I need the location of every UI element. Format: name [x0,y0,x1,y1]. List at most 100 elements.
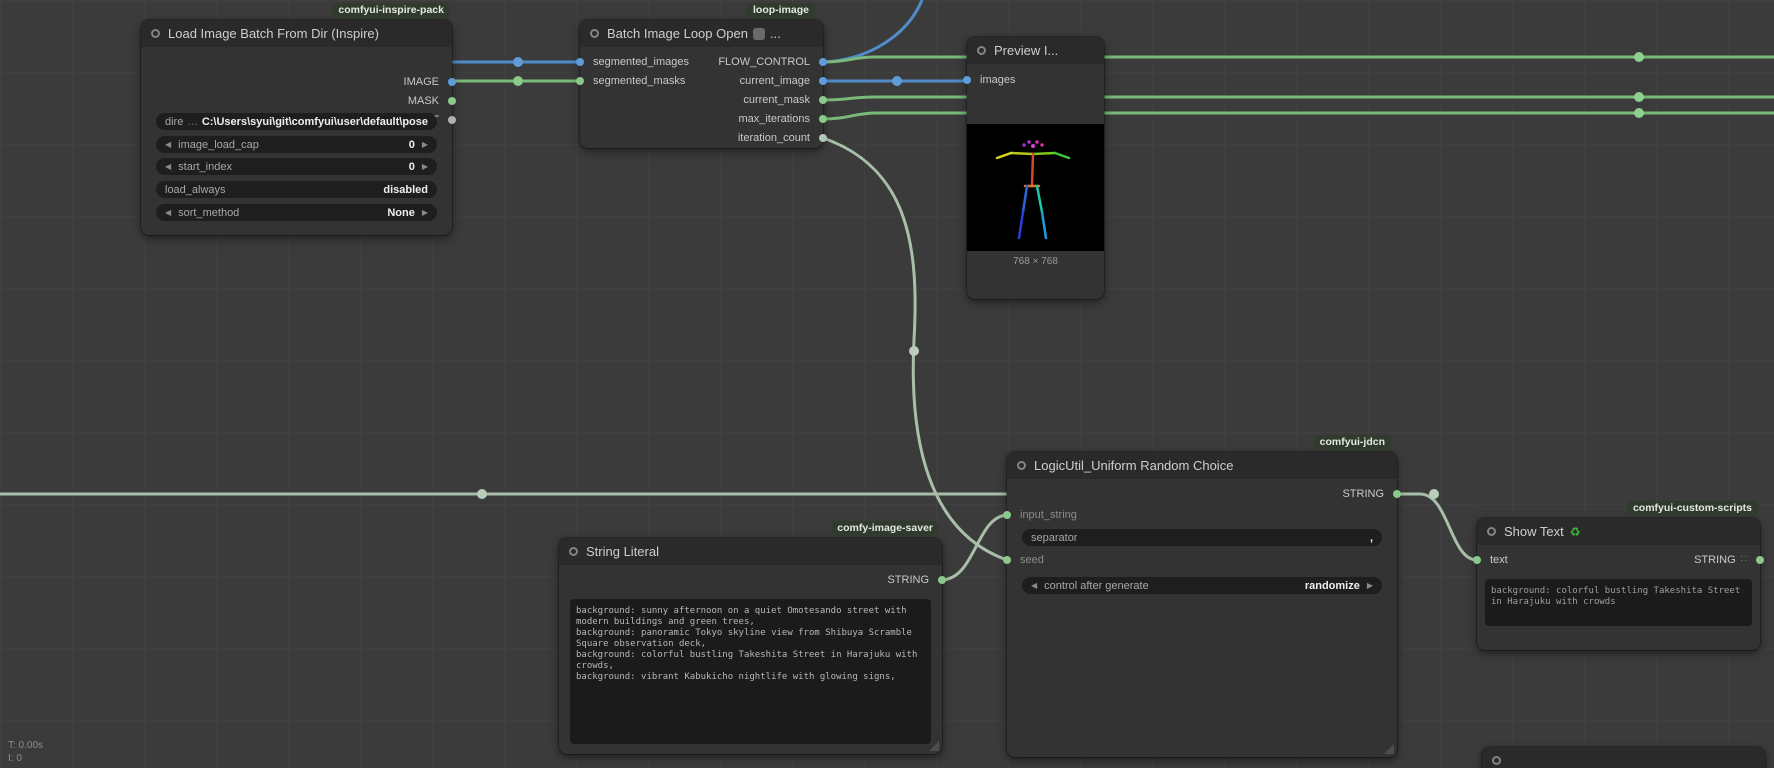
node-title-bar[interactable]: Load Image Batch From Dir (Inspire) [141,20,452,47]
collapse-dot-icon[interactable] [977,46,986,55]
slot-dot-image[interactable] [448,78,456,86]
slot-dot-flow-control[interactable] [819,58,827,66]
increment-icon[interactable]: ▶ [422,162,428,171]
node-title: Show Text [1504,524,1564,539]
node-title-bar[interactable]: LogicUtil_Uniform Random Choice [1007,452,1397,479]
string-literal-textarea[interactable]: background: sunny afternoon on a quiet O… [570,599,931,744]
node-graph-canvas[interactable]: comfyui-inspire-pack Load Image Batch Fr… [0,0,1774,768]
output-slot-string: STRING ∷ [1627,550,1760,569]
reroute-dot[interactable] [1634,108,1644,118]
decrement-icon[interactable]: ◀ [1031,581,1037,590]
widget-value: 0 [409,161,415,173]
node-title: String Literal [586,544,659,559]
node-title-bar[interactable]: Batch Image Loop Open ... [580,20,823,47]
widget-label: separator [1031,532,1077,544]
partial-node[interactable] [1482,747,1765,768]
collapse-dot-icon[interactable] [590,29,599,38]
status-iteration: I: 0 [8,753,22,764]
slot-dot-mask[interactable] [448,97,456,105]
slot-label: images [980,74,1015,86]
widget-directory[interactable]: dire … C:\Users\syui\git\comfyui\user\de… [156,113,437,130]
reroute-dot[interactable] [892,76,902,86]
status-time: T: 0.00s [8,740,43,751]
decrement-icon[interactable]: ◀ [165,140,171,149]
widget-value: disabled [383,184,428,196]
collapse-dot-icon[interactable] [1017,461,1026,470]
output-slot-string: STRING [779,570,942,589]
node-batch-image-loop[interactable]: loop-image Batch Image Loop Open ... seg… [580,20,823,148]
resize-grip[interactable] [1384,744,1394,754]
increment-icon[interactable]: ▶ [1367,581,1373,590]
decrement-icon[interactable]: ◀ [165,162,171,171]
slot-dot-string[interactable] [938,576,946,584]
slot-dot-string[interactable] [1393,490,1401,498]
node-title-bar[interactable]: Preview I... [967,37,1104,64]
preview-thumbnail [967,124,1104,251]
image-size-caption: 768 × 768 [967,256,1104,267]
widget-value: , [1370,532,1373,544]
widget-label: image_load_cap [178,139,259,151]
widget-value: 0 [409,139,415,151]
node-uniform-random-choice[interactable]: comfyui-jdcn LogicUtil_Uniform Random Ch… [1007,452,1397,757]
widget-load-always[interactable]: load_always disabled [156,181,437,198]
widget-sort-method[interactable]: ◀ sort_method None ▶ [156,204,437,221]
output-slot-image: IMAGE [279,72,452,91]
reroute-dot[interactable] [513,76,523,86]
widget-value: None [387,207,415,219]
slot-dot-iteration-count[interactable] [819,134,827,142]
widget-start-index[interactable]: ◀ start_index 0 ▶ [156,158,437,175]
slot-label: iteration_count [738,132,810,144]
decrement-icon[interactable]: ◀ [165,208,171,217]
increment-icon[interactable]: ▶ [422,140,428,149]
collapse-dot-icon[interactable] [569,547,578,556]
reroute-dot[interactable] [513,57,523,67]
slot-dot-int[interactable] [448,116,456,124]
reroute-dot[interactable] [909,346,919,356]
collapse-dot-icon[interactable] [151,29,160,38]
reroute-dot[interactable] [1634,52,1644,62]
slot-dot-current-image[interactable] [819,77,827,85]
slot-dot-max-iterations[interactable] [819,115,827,123]
pysssss-icon: ♻ [1570,525,1581,539]
slot-label: MASK [408,95,439,107]
slot-dot-string[interactable] [1756,556,1764,564]
slot-label: seed [1020,554,1044,566]
show-text-output[interactable]: background: colorful bustling Takeshita … [1485,579,1752,626]
increment-icon[interactable]: ▶ [422,208,428,217]
node-title-bar[interactable]: String Literal [559,538,942,565]
reroute-dot[interactable] [477,489,487,499]
slot-label: segmented_masks [593,75,685,87]
widget-image-load-cap[interactable]: ◀ image_load_cap 0 ▶ [156,136,437,153]
slot-dot-segmented-masks[interactable] [576,77,584,85]
truncation-ellipsis-icon: … [187,116,198,128]
node-pack-badge: comfyui-jdcn [1314,435,1391,450]
slot-dot-input-string[interactable] [1003,511,1011,519]
node-preview-image[interactable]: Preview I... images [967,37,1104,299]
collapse-dot-icon[interactable] [1487,527,1496,536]
slot-dot-current-mask[interactable] [819,96,827,104]
widget-label: sort_method [178,207,239,219]
node-title-bar[interactable]: Show Text ♻ [1477,518,1760,545]
resize-grip[interactable] [929,741,939,751]
slot-dot-text[interactable] [1473,556,1481,564]
reroute-dot[interactable] [1429,489,1439,499]
reroute-dot[interactable] [1634,92,1644,102]
slot-dot-seed[interactable] [1003,556,1011,564]
widget-value: C:\Users\syui\git\comfyui\user\default\p… [202,116,428,128]
input-slot-text: text [1477,550,1580,569]
slot-dot-segmented-images[interactable] [576,58,584,66]
link-string-literal-input [942,515,1007,580]
widget-separator[interactable]: separator , [1022,529,1382,546]
output-slot-current-mask: current_mask [700,90,823,109]
widget-label: dire [165,116,183,128]
collapse-dot-icon[interactable] [1492,756,1501,765]
node-title-bar[interactable] [1482,747,1765,768]
node-load-image-batch[interactable]: comfyui-inspire-pack Load Image Batch Fr… [141,20,452,235]
node-show-text[interactable]: comfyui-custom-scripts Show Text ♻ text … [1477,518,1760,650]
node-string-literal[interactable]: comfy-image-saver String Literal STRING … [559,538,942,754]
slot-label: IMAGE [404,76,439,88]
slot-dot-images[interactable] [963,76,971,84]
slot-label: STRING [887,574,929,586]
widget-control-after-generate[interactable]: ◀ control after generate randomize ▶ [1022,577,1382,594]
output-slot-flow-control: FLOW_CONTROL [700,52,823,71]
